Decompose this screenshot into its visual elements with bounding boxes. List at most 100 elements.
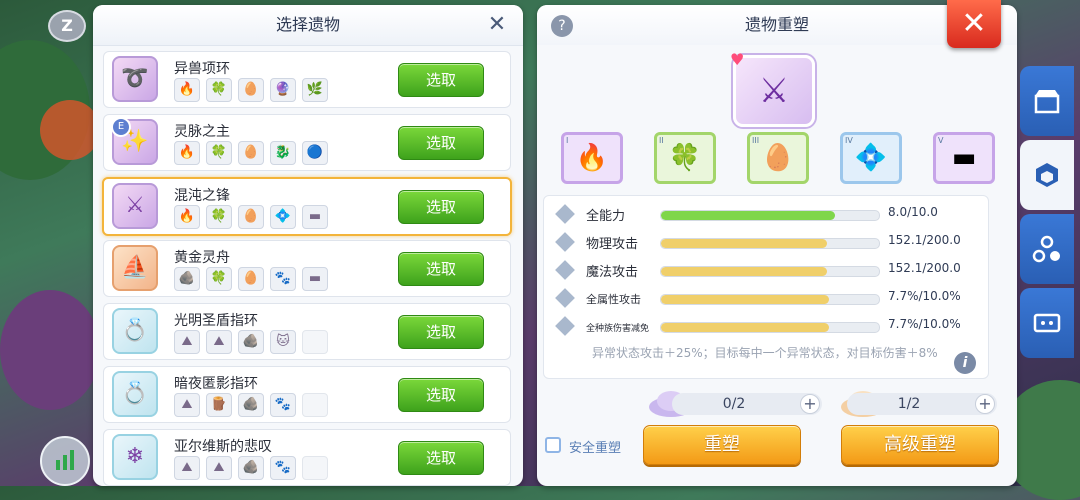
relic-row[interactable]: ⚔ 混沌之锋 🔥 🍀 🥚 💠 ▬ 选取 [102, 177, 512, 236]
relic-name: 异兽项环 [174, 61, 230, 77]
relic-row[interactable]: 💍 光明圣盾指环 ⛰ ⛰ 🪨 🐱 选取 [103, 303, 511, 360]
slot-material-icon: 💠 [854, 143, 888, 173]
side-tab-cube[interactable] [1020, 140, 1074, 210]
material-slot[interactable]: IV 💠 [840, 132, 902, 184]
material-icon: 🪨 [238, 393, 264, 417]
spirit-staff-icon: ✨ E [111, 117, 158, 165]
relic-row[interactable]: ❄ 亚尔维斯的悲叹 ⛰ ⛰ 🪨 🐾 选取 [103, 429, 511, 486]
material-icon [302, 393, 328, 417]
close-icon[interactable]: ✕ [485, 13, 509, 37]
material-icon: 🍀 [206, 267, 232, 291]
relic-row[interactable]: ✨ E 灵脉之主 🔥 🍀 🥚 🐉 🔵 选取 [103, 114, 511, 171]
stat-value: 152.1/200.0 [888, 233, 961, 247]
reshape-button[interactable]: 重塑 [643, 425, 801, 465]
relic-name: 混沌之锋 [174, 188, 230, 204]
material-icon: 🐾 [270, 393, 296, 417]
stat-value: 7.7%/10.0% [888, 317, 961, 331]
safe-reshape-checkbox[interactable] [545, 437, 561, 453]
select-button[interactable]: 选取 [398, 190, 484, 224]
golden-boat-icon: ⛵ [112, 245, 158, 291]
beast-collar-icon: ➰ [112, 56, 158, 102]
holy-ring-icon: 💍 [112, 308, 158, 354]
orange-dust-counter: 1/2 + [847, 393, 997, 415]
stat-name: 物理攻击 [586, 237, 639, 252]
add-orange-dust-button[interactable]: + [975, 394, 995, 414]
material-icon: 🐾 [270, 267, 296, 291]
stat-name: 全能力 [586, 209, 626, 224]
add-purple-dust-button[interactable]: + [800, 394, 820, 414]
material-slot[interactable]: I 🔥 [561, 132, 623, 184]
info-icon[interactable]: i [954, 352, 976, 374]
stat-row: 全属性攻击 7.7%/10.0% [555, 288, 978, 309]
stat-diamond-icon [555, 316, 575, 336]
background-fire [40, 100, 100, 160]
stat-row: 魔法攻击 152.1/200.0 [555, 260, 978, 281]
stat-bar [660, 322, 880, 333]
side-tab-shop[interactable] [1020, 66, 1074, 136]
select-button[interactable]: 选取 [398, 315, 484, 349]
material-icon [302, 456, 328, 480]
relic-name: 灵脉之主 [174, 124, 230, 140]
material-icon: 💠 [270, 205, 296, 229]
material-icon: ⛰ [174, 393, 200, 417]
stat-bar [660, 294, 880, 305]
chaos-blade-icon: ⚔ [758, 71, 790, 111]
material-icon: 🥚 [238, 205, 264, 229]
material-list: 🔥 🍀 🥚 🔮 🌿 [174, 78, 328, 102]
material-slot[interactable]: III 🥚 [747, 132, 809, 184]
signal-bars-icon [56, 450, 74, 470]
slot-material-icon: ▬ [951, 143, 977, 173]
relic-row[interactable]: ➰ 异兽项环 🔥 🍀 🥚 🔮 🌿 选取 [103, 51, 511, 108]
material-icon: 🍀 [206, 78, 232, 102]
material-list: 🔥 🍀 🥚 🐉 🔵 [174, 141, 328, 165]
shop-icon [1034, 90, 1060, 114]
stat-value: 7.7%/10.0% [888, 289, 961, 303]
advanced-reshape-button[interactable]: 高级重塑 [841, 425, 999, 465]
select-relic-panel: 选择遗物 ✕ ➰ 异兽项环 🔥 🍀 🥚 🔮 🌿 选取 ✨ E 灵脉之主 🔥 🍀 🥚 🐉 🔵 选取 ⚔ 混沌之锋 🔥 🍀 🥚… [93, 5, 523, 486]
stat-diamond-icon [555, 204, 575, 224]
ticket-icon [1033, 313, 1061, 333]
material-list: 🪨 🍀 🥚 🐾 ▬ [174, 267, 328, 291]
material-icon: ▬ [302, 267, 328, 291]
z-button[interactable]: Z [48, 10, 86, 42]
side-tab-ticket[interactable] [1020, 288, 1074, 358]
selected-relic: ♥ ⚔ [730, 50, 815, 127]
stat-diamond-icon [555, 288, 575, 308]
relic-row[interactable]: 💍 暗夜匿影指环 ⛰ 🪵 🪨 🐾 选取 [103, 366, 511, 423]
side-tab-network[interactable] [1020, 214, 1074, 284]
purple-dust-count: 0/2 [722, 396, 746, 412]
select-button[interactable]: 选取 [398, 126, 484, 160]
material-icon [302, 330, 328, 354]
material-icon: 🪨 [238, 330, 264, 354]
material-list: ⛰ ⛰ 🪨 🐱 [174, 330, 328, 354]
material-icon: 🔥 [174, 78, 200, 102]
select-button[interactable]: 选取 [398, 378, 484, 412]
stat-value: 152.1/200.0 [888, 261, 961, 275]
material-icon: 🔵 [302, 141, 328, 165]
material-slot[interactable]: II 🍀 [654, 132, 716, 184]
purple-dust-counter: 0/2 + [672, 393, 822, 415]
stat-diamond-icon [555, 260, 575, 280]
material-icon: 🐾 [270, 456, 296, 480]
close-window-button[interactable]: ✕ [947, 0, 1001, 48]
slot-material-icon: 🔥 [575, 143, 609, 173]
select-button[interactable]: 选取 [398, 252, 484, 286]
stat-name: 全属性攻击 [586, 293, 641, 306]
material-icon: 🌿 [302, 78, 328, 102]
material-icon: 🍀 [206, 205, 232, 229]
shadow-ring-icon: 💍 [112, 371, 158, 417]
stat-bar [660, 266, 880, 277]
relic-row[interactable]: ⛵ 黄金灵舟 🪨 🍀 🥚 🐾 ▬ 选取 [103, 240, 511, 297]
lament-icon: ❄ [112, 434, 158, 480]
material-slot[interactable]: V ▬ [933, 132, 995, 184]
select-button[interactable]: 选取 [398, 441, 484, 475]
material-icon: ⛰ [174, 456, 200, 480]
select-button[interactable]: 选取 [398, 63, 484, 97]
stat-name: 全种族伤害减免 [586, 324, 650, 334]
signal-button[interactable] [40, 436, 90, 486]
relic-name: 亚尔维斯的悲叹 [174, 439, 272, 455]
cube-icon [1036, 163, 1058, 187]
material-icon: 🥚 [238, 78, 264, 102]
help-icon[interactable]: ? [551, 15, 573, 37]
slot-material-icon: 🍀 [668, 143, 702, 173]
